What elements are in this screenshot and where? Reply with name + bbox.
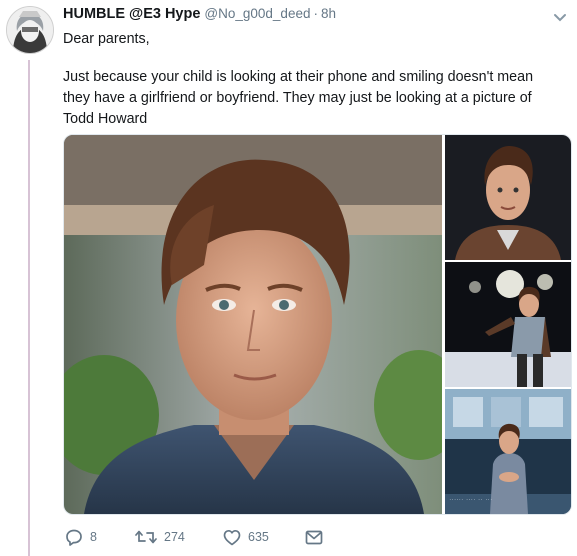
direct-message-button[interactable]	[305, 530, 335, 545]
like-count: 635	[248, 530, 269, 544]
tweet-actions: 8 274 635	[65, 527, 335, 547]
main-photo[interactable]	[64, 135, 442, 514]
thread-line	[28, 60, 30, 556]
retweet-button[interactable]: 274	[135, 528, 223, 546]
photo-bottom-right[interactable]: ······ ···· ·· ···	[445, 389, 571, 514]
avatar[interactable]	[6, 6, 54, 54]
retweet-icon	[135, 530, 157, 544]
reply-button[interactable]: 8	[65, 528, 135, 546]
tweet-text-body: Just because your child is looking at th…	[63, 69, 534, 127]
display-name[interactable]: HUMBLE @E3 Hype	[63, 6, 200, 22]
user-handle[interactable]: @No_g00d_deed	[204, 6, 310, 21]
reply-icon	[66, 529, 82, 546]
media-grid: ······ ···· ·· ···	[63, 134, 572, 515]
tweet-header: HUMBLE @E3 Hype @No_g00d_deed · 8h	[63, 6, 336, 26]
separator-dot: ·	[313, 6, 318, 21]
heart-icon	[223, 529, 241, 545]
avatar-image	[7, 7, 53, 53]
svg-text:······ ···· ·· ···: ······ ···· ·· ···	[449, 497, 492, 502]
photo-middle-right[interactable]	[445, 262, 571, 387]
like-button[interactable]: 635	[223, 529, 305, 546]
reply-count: 8	[90, 530, 97, 544]
tweet-text: Dear parents, Just because your child is…	[63, 29, 563, 130]
retweet-count: 274	[164, 530, 185, 544]
photo-top-right[interactable]	[445, 135, 571, 260]
tweet-text-greeting: Dear parents,	[63, 31, 150, 47]
chevron-down-icon[interactable]	[553, 10, 567, 22]
envelope-icon	[305, 530, 323, 544]
timestamp[interactable]: 8h	[321, 6, 336, 21]
